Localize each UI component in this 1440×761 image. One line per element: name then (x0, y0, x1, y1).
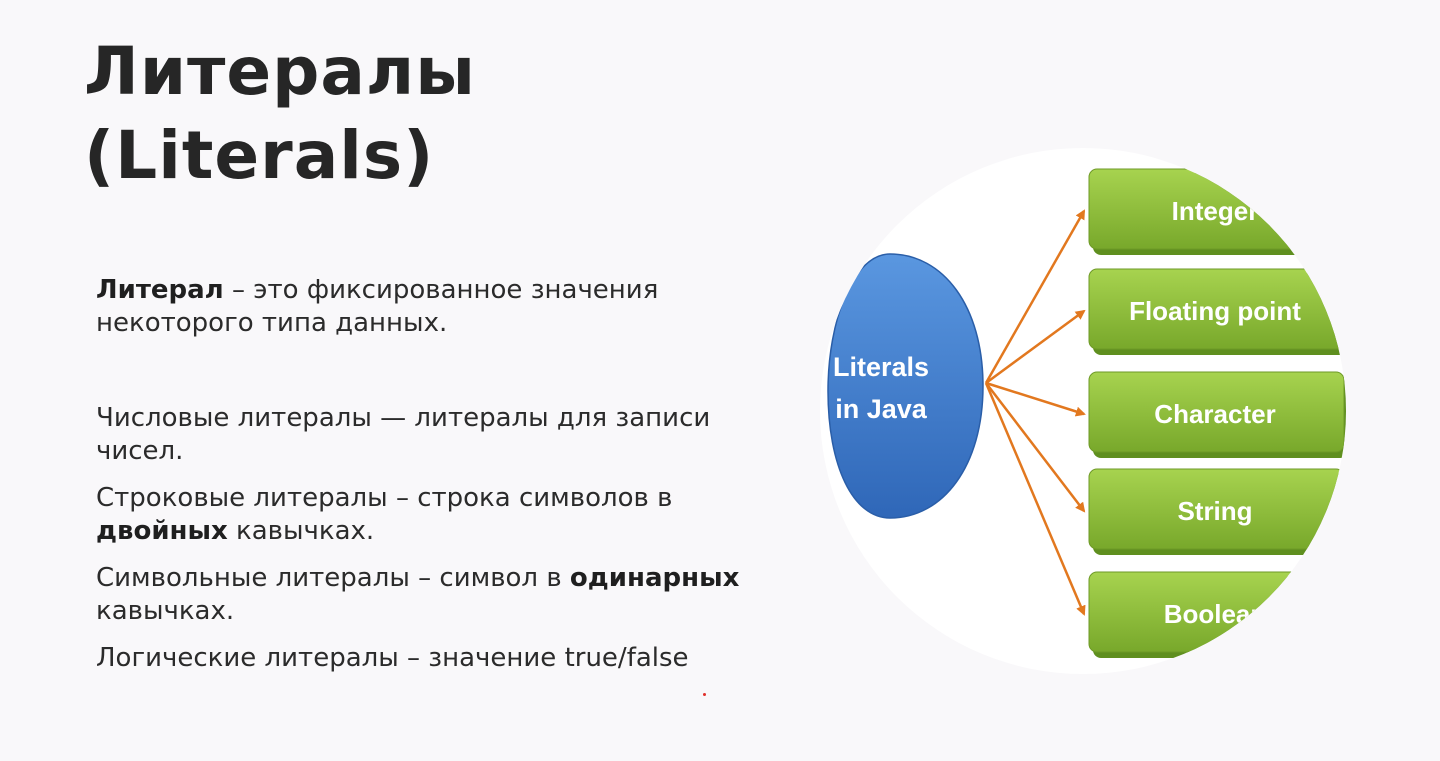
list-item-boolean: Логические литералы – значение true/fals… (96, 642, 796, 675)
slide-title: Литералы (Literals) (84, 30, 476, 198)
center-label-line-2: in Java (835, 394, 928, 424)
node-label-3: String (1177, 496, 1252, 526)
diagram-svg: Literals in Java Integer Floating point Ch… (820, 148, 1346, 674)
slide: Литералы (Literals) Литерал – это фиксир… (0, 0, 1440, 761)
item-text: Строковые литералы – строка символов в (96, 483, 673, 513)
item-text-end: кавычках. (96, 596, 235, 626)
node-label-1: Floating point (1129, 296, 1301, 326)
definition-paragraph: Литерал – это фиксированное значения нек… (96, 274, 796, 340)
node-label-4: Boolean (1164, 599, 1267, 629)
list-item-numeric: Числовые литералы — литералы для записи … (96, 402, 796, 468)
center-label-line-1: Literals (833, 352, 929, 382)
item-bold: двойных (96, 516, 228, 546)
item-text: Символьные литералы – символ в (96, 563, 570, 593)
center-oval (827, 253, 984, 519)
title-line-1: Литералы (84, 33, 476, 110)
literals-diagram: Literals in Java Integer Floating point Ch… (818, 146, 1348, 676)
item-text-end: кавычках. (227, 516, 375, 546)
list-item-char: Символьные литералы – символ в одинарных… (96, 562, 796, 628)
item-text: Логические литералы – значение true/fals… (96, 643, 689, 673)
node-label-0: Integer (1172, 196, 1259, 226)
laser-pointer-dot (703, 693, 706, 696)
definition-term: Литерал (96, 275, 224, 305)
node-label-2: Character (1154, 399, 1275, 429)
title-line-2: (Literals) (84, 117, 435, 194)
item-bold: одинарных (569, 563, 740, 593)
item-text: Числовые литералы — литералы для записи … (96, 403, 711, 466)
list-item-string: Строковые литералы – строка символов в д… (96, 482, 796, 548)
